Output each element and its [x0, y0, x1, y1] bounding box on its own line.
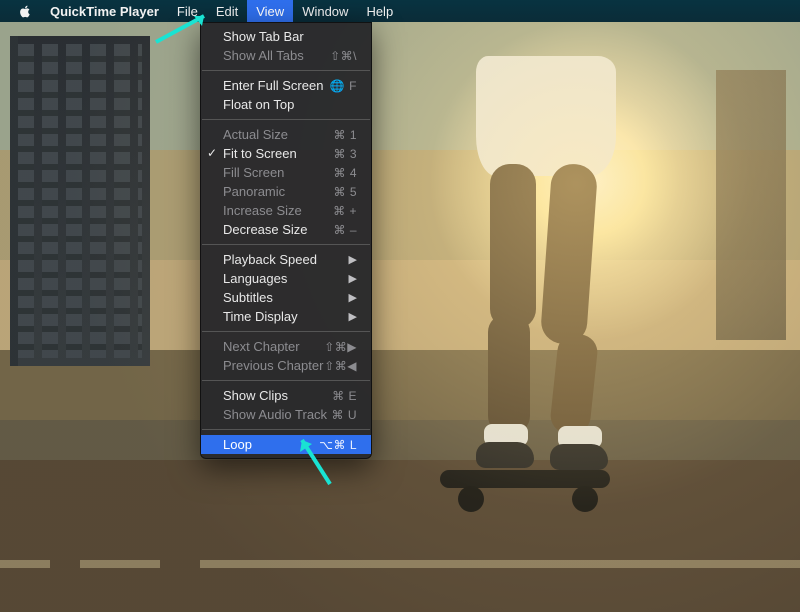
menu-item-label: Next Chapter: [223, 339, 300, 354]
menu-item-playback-speed[interactable]: Playback Speed ▶: [201, 250, 371, 269]
checkmark-icon: ✓: [207, 146, 217, 160]
menu-item-label: Subtitles: [223, 290, 273, 305]
menu-separator: [202, 70, 370, 71]
menu-shortcut: ⌘ U: [332, 408, 358, 422]
menu-item-show-tab-bar[interactable]: Show Tab Bar: [201, 27, 371, 46]
background-road-marking: [0, 560, 800, 568]
menu-item-label: Float on Top: [223, 97, 294, 112]
menu-item-loop[interactable]: Loop⌥⌘ L: [201, 435, 371, 454]
menu-separator: [202, 380, 370, 381]
menu-window[interactable]: Window: [293, 0, 357, 22]
menu-separator: [202, 244, 370, 245]
menu-shortcut: ⌘ 5: [333, 185, 357, 199]
menu-item-label: Panoramic: [223, 184, 285, 199]
menu-view[interactable]: View: [247, 0, 293, 22]
video-frame-background: QuickTime Player File Edit View Window H…: [0, 0, 800, 612]
background-skateboard-wheel: [572, 486, 598, 512]
menu-item-label: Enter Full Screen: [223, 78, 323, 93]
annotation-arrow-to-loop: [290, 430, 340, 490]
menu-shortcut: 🌐 F: [330, 79, 357, 93]
submenu-arrow-icon: ▶: [349, 272, 357, 285]
menu-separator: [202, 429, 370, 430]
menu-item-fill-screen: Fill Screen ⌘ 4: [201, 163, 371, 182]
menu-item-enter-full-screen[interactable]: Enter Full Screen 🌐 F: [201, 76, 371, 95]
menu-item-label: Time Display: [223, 309, 298, 324]
menu-separator: [202, 331, 370, 332]
menu-item-subtitles[interactable]: Subtitles ▶: [201, 288, 371, 307]
menu-bar: QuickTime Player File Edit View Window H…: [0, 0, 800, 22]
menu-item-float-on-top[interactable]: Float on Top: [201, 95, 371, 114]
menu-help[interactable]: Help: [357, 0, 402, 22]
menu-item-label: Actual Size: [223, 127, 288, 142]
view-menu-dropdown: Show Tab Bar Show All Tabs ⇧⌘\ Enter Full S…: [200, 22, 372, 459]
menu-shortcut: ⌘ +: [333, 204, 357, 218]
menu-item-label: Languages: [223, 271, 287, 286]
app-title[interactable]: QuickTime Player: [41, 0, 168, 22]
menu-item-label: Loop: [223, 437, 252, 452]
menu-item-show-all-tabs: Show All Tabs ⇧⌘\: [201, 46, 371, 65]
menu-item-label: Show Tab Bar: [223, 29, 304, 44]
menu-separator: [202, 119, 370, 120]
menu-item-next-chapter: Next Chapter ⇧⌘▶: [201, 337, 371, 356]
menu-item-decrease-size[interactable]: Decrease Size ⌘ –: [201, 220, 371, 239]
apple-menu[interactable]: [10, 0, 41, 22]
menu-item-increase-size: Increase Size ⌘ +: [201, 201, 371, 220]
background-skateboarder: [450, 14, 630, 484]
menu-shortcut: ⌘ –: [333, 223, 357, 237]
menu-shortcut: ⇧⌘\: [330, 49, 357, 63]
menu-shortcut: ⌘ 1: [333, 128, 357, 142]
menu-shortcut: ⇧⌘▶: [324, 340, 357, 354]
apple-logo-icon: [19, 5, 32, 18]
menu-shortcut: ⌘ 3: [333, 147, 357, 161]
menu-item-show-clips[interactable]: Show Clips ⌘ E: [201, 386, 371, 405]
menu-item-label: Fill Screen: [223, 165, 284, 180]
menu-item-label: Show Clips: [223, 388, 288, 403]
menu-item-label: Show Audio Track: [223, 407, 327, 422]
menu-item-label: Previous Chapter: [223, 358, 323, 373]
background-skateboard-wheel: [458, 486, 484, 512]
submenu-arrow-icon: ▶: [349, 253, 357, 266]
menu-item-previous-chapter: Previous Chapter⇧⌘◀: [201, 356, 371, 375]
menu-item-time-display[interactable]: Time Display ▶: [201, 307, 371, 326]
menu-item-languages[interactable]: Languages ▶: [201, 269, 371, 288]
submenu-arrow-icon: ▶: [349, 310, 357, 323]
menu-shortcut: ⇧⌘◀: [324, 359, 357, 373]
menu-shortcut: ⌘ 4: [333, 166, 357, 180]
menu-item-actual-size: Actual Size ⌘ 1: [201, 125, 371, 144]
annotation-arrow-to-view: [150, 8, 220, 48]
menu-item-label: Show All Tabs: [223, 48, 304, 63]
menu-item-panoramic: Panoramic ⌘ 5: [201, 182, 371, 201]
background-building-right: [716, 70, 786, 340]
menu-item-show-audio-track: Show Audio Track ⌘ U: [201, 405, 371, 424]
background-building-left: [10, 36, 150, 366]
menu-item-label: Fit to Screen: [223, 146, 297, 161]
submenu-arrow-icon: ▶: [349, 291, 357, 304]
menu-shortcut: ⌘ E: [332, 389, 357, 403]
menu-item-label: Decrease Size: [223, 222, 308, 237]
menu-item-fit-to-screen[interactable]: ✓ Fit to Screen ⌘ 3: [201, 144, 371, 163]
menu-item-label: Playback Speed: [223, 252, 317, 267]
menu-item-label: Increase Size: [223, 203, 302, 218]
